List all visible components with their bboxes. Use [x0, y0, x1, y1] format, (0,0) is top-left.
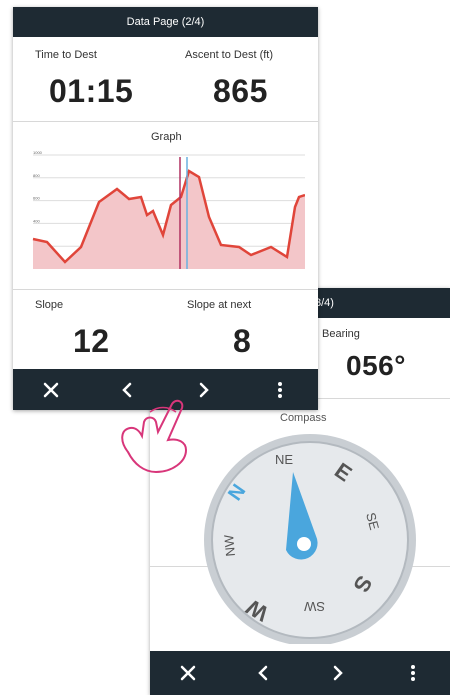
data-title-bar: Data Page (2/4) [13, 7, 318, 37]
bearing-value: 056° [346, 350, 406, 381]
slope-at-next-label: Slope at next [187, 299, 252, 311]
close-icon [43, 382, 59, 397]
top-fields-divider [13, 121, 318, 122]
graph-y-tick-label: 400 [33, 218, 40, 223]
compass-prev-button[interactable] [243, 653, 283, 693]
compass-label-ne: NE [275, 452, 293, 467]
ascent-to-dest-value: 865 [213, 73, 268, 109]
compass-label-sw: SW [303, 599, 325, 614]
graph-y-tick-label: 800 [33, 173, 40, 178]
graph-title: Graph [151, 131, 182, 143]
slope-at-next-value: 8 [233, 323, 252, 359]
more-vertical-icon [410, 665, 415, 681]
time-to-dest-label: Time to Dest [35, 49, 97, 61]
elevation-graph: 1000800600400200 [32, 150, 305, 269]
close-icon [180, 665, 195, 681]
compass-next-button[interactable] [318, 653, 358, 693]
data-screen: Data Page (2/4) Time to Dest Ascent to D… [13, 7, 318, 410]
compass-label: Compass [280, 412, 327, 424]
tap-gesture-hand-icon [121, 399, 188, 474]
ascent-to-dest-label: Ascent to Dest (ft) [185, 49, 274, 61]
compass-toolbar [150, 651, 450, 695]
graph-divider [13, 289, 318, 290]
compass-more-button[interactable] [393, 653, 433, 693]
compass-label-nw: NW [221, 533, 238, 557]
chevron-right-icon [333, 665, 343, 681]
more-vertical-icon [277, 381, 282, 398]
slope-label: Slope [35, 299, 64, 311]
bearing-label: Bearing [322, 328, 360, 340]
data-close-button[interactable] [31, 370, 71, 410]
slope-value: 12 [73, 323, 110, 359]
compass-close-button[interactable] [168, 653, 208, 693]
time-to-dest-value: 01:15 [49, 73, 134, 109]
data-page-title: Data Page (2/4) [126, 16, 205, 28]
data-more-button[interactable] [260, 370, 300, 410]
chevron-left-icon [257, 665, 267, 681]
graph-y-tick-label: 600 [33, 196, 40, 201]
graph-y-tick-label: 1000 [33, 150, 43, 155]
